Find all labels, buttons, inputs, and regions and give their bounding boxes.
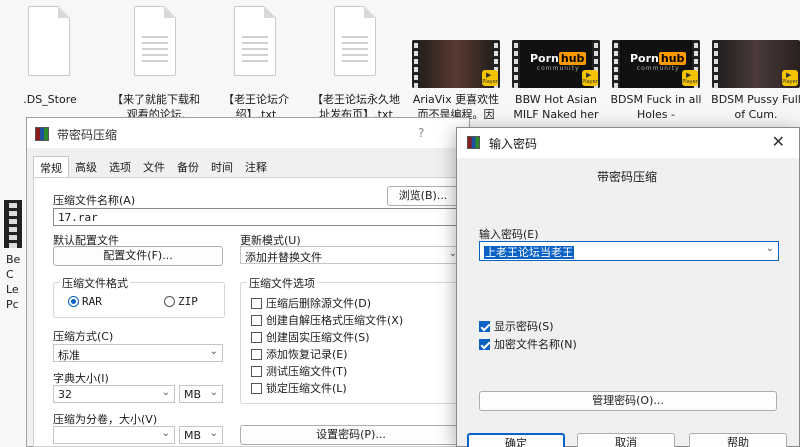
checkbox-checked-icon (479, 339, 490, 350)
archive-name-input[interactable]: 17.rar (53, 208, 463, 226)
chevron-down-icon: ⌄ (209, 387, 218, 398)
sfx-checkbox[interactable]: 创建自解压格式压缩文件(X) (251, 312, 403, 328)
tab-comment[interactable]: 注释 (239, 156, 273, 178)
profile-button[interactable]: 配置文件(F)... (53, 246, 223, 266)
manage-passwords-button[interactable]: 管理密码(O)... (479, 391, 777, 411)
method-label: 压缩方式(C) (53, 330, 114, 343)
solid-checkbox[interactable]: 创建固实压缩文件(S) (251, 329, 370, 345)
format-zip-radio[interactable]: ZIP (164, 295, 198, 308)
file-item[interactable]: 【老王论坛介绍】.txt (206, 0, 306, 126)
browse-button[interactable]: 浏览(B)... (387, 186, 459, 206)
password-input[interactable]: 上老王论坛当老王 ⌄ (479, 241, 779, 261)
password-dialog-title: 输入密码 (489, 137, 538, 151)
dict-size-select[interactable]: 32 ⌄ (53, 385, 175, 403)
encrypt-file-names-checkbox[interactable]: 加密文件名称(N) (479, 336, 577, 352)
file-name-partial: Be C Le Pc (6, 253, 21, 311)
delete-after-checkbox[interactable]: 压缩后删除源文件(D) (251, 295, 371, 311)
set-password-button[interactable]: 设置密码(P)... (240, 425, 462, 445)
close-icon[interactable]: ✕ (772, 132, 785, 151)
chevron-down-icon: ⌄ (161, 387, 170, 398)
video-thumbnail: Player (712, 40, 800, 88)
split-unit-select[interactable]: MB ⌄ (179, 426, 223, 444)
recovery-record-checkbox[interactable]: 添加恢复记录(E) (251, 346, 348, 362)
video-thumbnail: Pornhubcommunity Player (512, 40, 600, 88)
options-group-title: 压缩文件选项 (247, 275, 317, 291)
password-label: 输入密码(E) (479, 228, 539, 241)
password-dialog-titlebar[interactable]: 输入密码 ✕ (457, 128, 799, 158)
cancel-button[interactable]: 取消 (577, 433, 675, 447)
chevron-down-icon[interactable]: ⌄ (766, 243, 774, 254)
archive-dialog-titlebar[interactable]: 带密码压缩 ? (27, 118, 469, 148)
player-badge-icon: Player (782, 70, 798, 86)
format-group-title: 压缩文件格式 (60, 275, 130, 291)
dict-size-label: 字典大小(I) (53, 372, 109, 385)
file-item[interactable]: Player BDSM Pussy Full of Cum. (706, 0, 800, 126)
format-group: 压缩文件格式 RAR ZIP (53, 275, 225, 318)
password-dialog-heading: 带密码压缩 (597, 170, 658, 184)
archive-dialog-title: 带密码压缩 (57, 128, 118, 142)
video-thumbnail: Player (412, 40, 500, 88)
general-panel: 压缩文件名称(A) 浏览(B)... 17.rar 默认配置文件 配置文件(F)… (33, 177, 465, 447)
tab-options[interactable]: 选项 (103, 156, 137, 178)
file-name: BBW Hot Asian MILF Naked her (513, 93, 599, 121)
password-dialog: 输入密码 ✕ 带密码压缩 输入密码(E) 上老王论坛当老王 ⌄ 显示密码(S) … (456, 127, 800, 447)
tab-advanced[interactable]: 高级 (69, 156, 103, 178)
tab-general[interactable]: 常规 (33, 156, 69, 178)
winrar-icon (467, 136, 480, 149)
player-badge-icon: Player (582, 70, 598, 86)
archive-name-label: 压缩文件名称(A) (53, 194, 136, 207)
split-size-select[interactable]: ⌄ (53, 426, 175, 444)
archive-dialog: 带密码压缩 ? 常规 高级 选项 文件 备份 时间 注释 压缩文件名称(A) 浏… (26, 117, 470, 447)
format-rar-radio[interactable]: RAR (68, 295, 102, 308)
method-select[interactable]: 标准 ⌄ (53, 344, 223, 362)
chevron-down-icon: ⌄ (209, 428, 218, 439)
video-thumbnail: Pornhubcommunity Player (612, 40, 700, 88)
file-name: BDSM Pussy Full of Cum. (711, 93, 800, 121)
thumb-logo: Porn hub community (630, 52, 687, 72)
tab-time[interactable]: 时间 (205, 156, 239, 178)
test-archive-checkbox[interactable]: 测试压缩文件(T) (251, 363, 347, 379)
winrar-icon (35, 127, 49, 141)
file-item[interactable]: Pornhubcommunity Player BDSM Fuck in all… (606, 0, 706, 126)
tab-files[interactable]: 文件 (137, 156, 171, 178)
show-password-checkbox[interactable]: 显示密码(S) (479, 318, 554, 334)
checkbox-checked-icon (479, 321, 490, 332)
tab-backup[interactable]: 备份 (171, 156, 205, 178)
help-button[interactable]: 帮助 (689, 433, 787, 447)
file-item[interactable]: Pornhubcommunity Player BBW Hot Asian MI… (506, 0, 606, 126)
player-badge-icon: Player (682, 70, 698, 86)
player-badge-icon: Player (482, 70, 498, 86)
file-item[interactable]: .DS_Store (0, 0, 100, 126)
file-item[interactable]: 【老王论坛永久地址发布页】.txt (306, 0, 406, 126)
update-mode-select[interactable]: 添加并替换文件 ⌄ (240, 246, 462, 264)
thumb-logo: Porn hub community (530, 52, 587, 72)
file-item[interactable]: 【来了就能下载和观看的论坛. (106, 0, 206, 126)
chevron-down-icon: ⌄ (161, 428, 170, 439)
file-item[interactable]: Player AriaVix 更喜欢性而不是编程。因 (406, 0, 506, 126)
document-icon (28, 6, 70, 76)
split-label: 压缩为分卷，大小(V) (53, 413, 158, 426)
video-thumbnail-partial (4, 200, 22, 248)
options-group: 压缩文件选项 压缩后删除源文件(D) 创建自解压格式压缩文件(X) 创建固实压缩… (240, 275, 462, 404)
dict-unit-select[interactable]: MB ⌄ (179, 385, 223, 403)
file-name: BDSM Fuck in all Holes - (610, 93, 702, 121)
lock-archive-checkbox[interactable]: 锁定压缩文件(L) (251, 380, 347, 396)
chevron-down-icon: ⌄ (209, 346, 218, 357)
help-icon[interactable]: ? (418, 126, 424, 140)
ok-button[interactable]: 确定 (467, 433, 565, 447)
tab-bar: 常规 高级 选项 文件 备份 时间 注释 (33, 156, 273, 178)
